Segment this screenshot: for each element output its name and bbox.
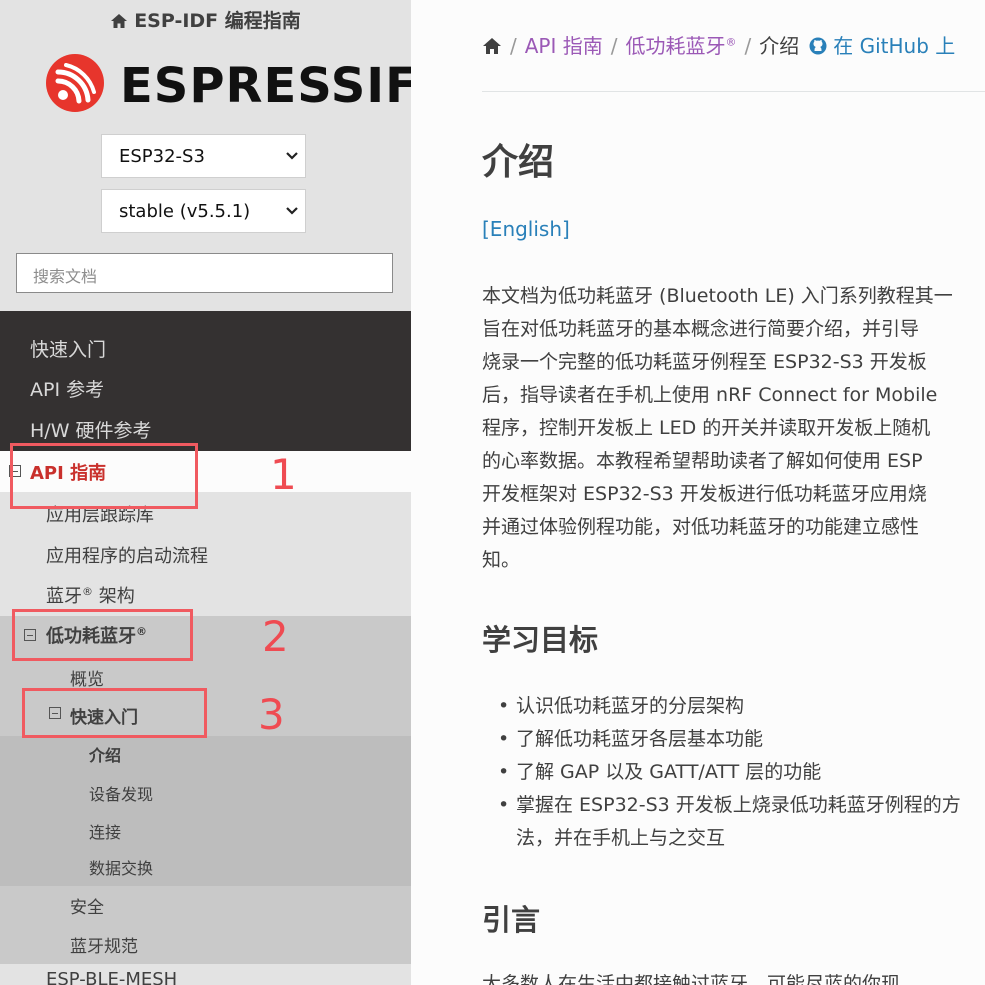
page-title: 介绍 xyxy=(482,142,555,183)
nav-item-ble-mesh[interactable]: ESP-BLE-MESH xyxy=(46,969,177,985)
annotation-number-2: 2 xyxy=(262,612,289,661)
nav-item-bt-arch[interactable]: 蓝牙® 架构 xyxy=(46,582,135,608)
english-link[interactable]: [English] xyxy=(482,217,570,241)
nav-item-get-started[interactable]: 快速入门 xyxy=(30,335,106,362)
breadcrumb-ble[interactable]: 低功耗蓝牙® xyxy=(626,34,737,58)
top-nav: 快速入门 API 参考 H/W 硬件参考 xyxy=(0,311,411,451)
list-item: 了解低功耗蓝牙各层基本功能 xyxy=(498,723,961,756)
divider xyxy=(482,91,985,92)
sidebar-header: ESP-IDF 编程指南 ESPRESSIF ESP32-S3 stable (… xyxy=(0,0,411,311)
annotation-box-3 xyxy=(22,688,207,738)
list-item: 认识低功耗蓝牙的分层架构 xyxy=(498,690,961,723)
heading-introduction: 引言 xyxy=(482,903,541,937)
github-link-label: 在 GitHub 上 xyxy=(833,34,956,58)
version-select-value: stable (v5.5.1) xyxy=(119,201,251,222)
espressif-wordmark: ESPRESSIF xyxy=(120,58,411,114)
chevron-down-icon xyxy=(286,207,298,215)
github-link[interactable]: 在 GitHub 上 xyxy=(809,34,955,58)
espressif-logo-icon[interactable] xyxy=(44,52,106,114)
nav-l2-after-group: ESP-BLE-MESH xyxy=(0,964,411,985)
breadcrumb: / API 指南 / 低功耗蓝牙® / 介绍在 GitHub 上 xyxy=(482,30,955,59)
nav-item-overview[interactable]: 概览 xyxy=(70,665,104,690)
breadcrumb-api-guide[interactable]: API 指南 xyxy=(525,34,603,58)
target-select[interactable]: ESP32-S3 xyxy=(101,134,306,178)
nav-item-hw-reference[interactable]: H/W 硬件参考 xyxy=(30,416,152,443)
version-select[interactable]: stable (v5.5.1) xyxy=(101,189,306,233)
nav-item-api-reference[interactable]: API 参考 xyxy=(30,375,104,402)
list-item: 了解 GAP 以及 GATT/ATT 层的功能 xyxy=(498,756,961,789)
nav-l4-group: 介绍 设备发现 连接 数据交换 xyxy=(0,736,411,886)
breadcrumb-current: 介绍 xyxy=(759,34,800,58)
nav-item-bt-spec[interactable]: 蓝牙规范 xyxy=(70,932,138,957)
nav-l2-group: 应用层跟踪库 应用程序的启动流程 蓝牙® 架构 xyxy=(0,492,411,616)
cut-paragraph: 大多数人在生活中都接触过蓝牙，可能尽蓝的你现 xyxy=(482,973,901,985)
search-placeholder: 搜索文档 xyxy=(33,267,98,286)
project-title-link[interactable]: ESP-IDF 编程指南 xyxy=(0,6,411,33)
annotation-number-3: 3 xyxy=(258,690,285,739)
search-input[interactable]: 搜索文档 xyxy=(16,253,393,293)
heading-learning-goals: 学习目标 xyxy=(482,623,599,657)
home-icon xyxy=(111,14,128,28)
home-icon[interactable] xyxy=(482,37,502,55)
sidebar: ESP-IDF 编程指南 ESPRESSIF ESP32-S3 stable (… xyxy=(0,0,411,985)
nav-item-data-exchange[interactable]: 数据交换 xyxy=(89,855,153,879)
reg-mark: ® xyxy=(725,35,737,49)
target-select-value: ESP32-S3 xyxy=(119,146,205,167)
chevron-down-icon xyxy=(286,152,298,160)
nav-item-security[interactable]: 安全 xyxy=(70,893,104,918)
annotation-number-1: 1 xyxy=(270,450,297,499)
github-icon xyxy=(809,37,827,55)
list-item-continuation: 法，并在手机上与之交互 xyxy=(516,827,726,849)
nav-item-startup-flow[interactable]: 应用程序的启动流程 xyxy=(46,542,208,568)
intro-paragraph: 本文档为低功耗蓝牙 (Bluetooth LE) 入门系列教程其一 旨在对低功耗… xyxy=(482,285,953,571)
list-item: 掌握在 ESP32-S3 开发板上烧录低功耗蓝牙例程的方 xyxy=(498,789,961,822)
bt-arch-label: 蓝牙 xyxy=(46,586,82,607)
breadcrumb-ble-label: 低功耗蓝牙 xyxy=(625,34,726,58)
nav-item-introduction[interactable]: 介绍 xyxy=(89,742,121,766)
project-title: ESP-IDF 编程指南 xyxy=(134,10,301,32)
annotation-box-2 xyxy=(12,609,193,661)
annotation-box-1 xyxy=(10,443,198,509)
nav-l3-after-group: 安全 蓝牙规范 xyxy=(0,886,411,964)
goals-list: 认识低功耗蓝牙的分层架构 了解低功耗蓝牙各层基本功能 了解 GAP 以及 GAT… xyxy=(498,690,961,855)
reg-mark: ® xyxy=(82,585,93,598)
main-content: / API 指南 / 低功耗蓝牙® / 介绍在 GitHub 上 介绍 [English]… xyxy=(411,0,985,985)
nav-item-connection[interactable]: 连接 xyxy=(89,819,121,843)
nav-item-device-discovery[interactable]: 设备发现 xyxy=(89,781,153,805)
